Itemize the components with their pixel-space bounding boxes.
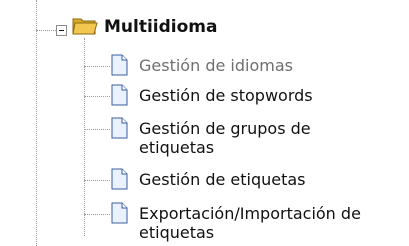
document-icon	[111, 117, 128, 139]
document-icon	[111, 168, 128, 190]
tree-view: Multiidioma Gestión de idiomas Gestión d…	[0, 0, 409, 246]
tree-item-label: Exportación/Importación de etiquetas	[139, 204, 361, 242]
tree-guide-branch	[84, 214, 110, 215]
tree-guide-branch	[84, 66, 110, 67]
tree-item-label: Gestión de etiquetas	[139, 170, 306, 189]
document-icon	[111, 202, 128, 224]
tree-item-label: Gestión de stopwords	[139, 86, 313, 105]
tree-guide-root	[36, 0, 37, 246]
tree-guide-children	[84, 38, 85, 236]
tree-item-label: Gestión de grupos de etiquetas	[139, 119, 311, 157]
tree-guide-branch	[84, 96, 110, 97]
open-folder-icon	[72, 18, 98, 35]
tree-item-label: Gestión de idiomas	[139, 56, 293, 75]
document-icon	[111, 84, 128, 106]
tree-guide-root-branch	[36, 30, 56, 31]
minus-box-icon[interactable]	[56, 25, 67, 36]
tree-guide-branch	[84, 180, 110, 181]
tree-root-label[interactable]: Multiidioma	[104, 17, 218, 37]
document-icon	[111, 54, 128, 76]
tree-guide-branch	[84, 129, 110, 130]
